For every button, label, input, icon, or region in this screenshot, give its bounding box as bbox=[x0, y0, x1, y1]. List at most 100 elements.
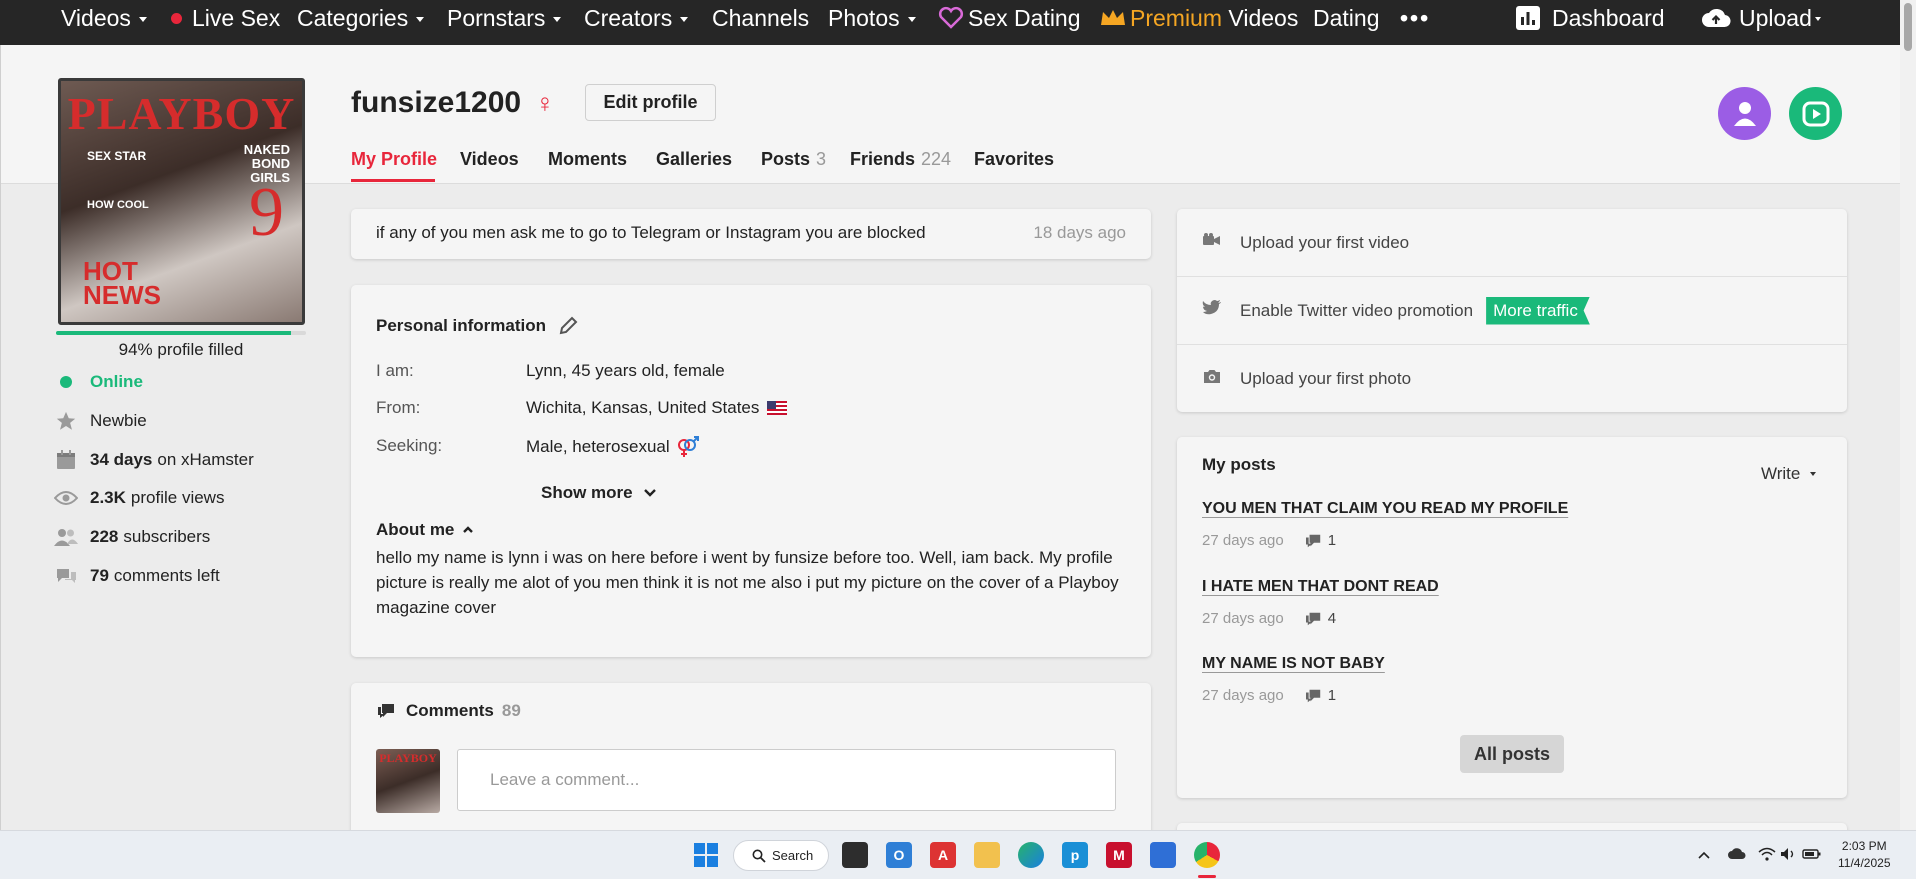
volume-icon[interactable] bbox=[1780, 847, 1798, 864]
upload-photo-label: Upload your first photo bbox=[1240, 369, 1412, 388]
tab-videos[interactable]: Videos bbox=[460, 146, 519, 172]
post-title-link[interactable]: I HATE MEN THAT DONT READ bbox=[1202, 578, 1439, 596]
clock-date: 11/4/2025 bbox=[1838, 856, 1891, 870]
female-gender-icon: ♀ bbox=[535, 87, 555, 118]
nav-channels[interactable]: Channels bbox=[712, 0, 809, 36]
tray-overflow-icon[interactable] bbox=[1697, 847, 1711, 863]
upload-label: Upload bbox=[1739, 4, 1812, 31]
video-camera-icon bbox=[1202, 233, 1222, 252]
avatar-cover-line: SEX STAR bbox=[87, 149, 147, 163]
tab-count: 3 bbox=[816, 148, 827, 169]
file-explorer-icon[interactable] bbox=[974, 842, 1000, 868]
info-label: I am: bbox=[376, 361, 414, 380]
chevron-up-icon bbox=[463, 526, 474, 533]
post-meta: 27 days ago 1 bbox=[1202, 687, 1336, 704]
twitter-promotion-label: Enable Twitter video promotion bbox=[1240, 300, 1474, 320]
upload-button[interactable]: Upload bbox=[1701, 0, 1821, 36]
nav-pornstars-label: Pornstars bbox=[447, 4, 546, 31]
profile-progress-fill bbox=[56, 331, 291, 335]
chevron-down-icon bbox=[1810, 472, 1817, 476]
tab-galleries[interactable]: Galleries bbox=[656, 146, 732, 172]
online-status-icon bbox=[54, 372, 78, 392]
upload-first-photo-row[interactable]: Upload your first photo bbox=[1177, 345, 1847, 413]
chevron-down-icon bbox=[1814, 17, 1821, 21]
post-title-link[interactable]: YOU MEN THAT CLAIM YOU READ MY PROFILE bbox=[1202, 500, 1568, 518]
stat-online: Online bbox=[54, 370, 143, 394]
dashboard-button[interactable]: Dashboard bbox=[1516, 0, 1665, 36]
task-view-icon[interactable] bbox=[842, 842, 868, 868]
nav-premium-videos[interactable]: Premium Videos bbox=[1099, 0, 1298, 36]
nav-videos-suffix-label: Videos bbox=[1222, 4, 1299, 31]
tab-label: Posts bbox=[761, 148, 811, 169]
wifi-icon[interactable] bbox=[1758, 847, 1776, 864]
active-app-indicator bbox=[1198, 875, 1216, 878]
onboarding-card: Upload your first video Enable Twitter v… bbox=[1177, 209, 1847, 412]
nav-premium-label: Premium bbox=[1130, 4, 1223, 31]
star-icon bbox=[54, 411, 78, 431]
edge-browser-icon[interactable] bbox=[1018, 842, 1044, 868]
write-post-button[interactable]: Write bbox=[1761, 464, 1817, 484]
twitter-promotion-row[interactable]: Enable Twitter video promotion More traf… bbox=[1177, 277, 1847, 345]
show-more-button[interactable]: Show more bbox=[541, 483, 657, 503]
nav-categories[interactable]: Categories bbox=[297, 0, 425, 36]
video-play-button[interactable] bbox=[1789, 87, 1842, 140]
nav-live-sex[interactable]: Live Sex bbox=[171, 0, 280, 36]
nav-channels-label: Channels bbox=[712, 4, 810, 31]
account-button[interactable] bbox=[1718, 87, 1771, 140]
upload-first-video-row[interactable]: Upload your first video bbox=[1177, 209, 1847, 277]
tab-label: Friends bbox=[850, 148, 916, 169]
avatar-magazine-logo: PLAYBOY bbox=[67, 88, 296, 139]
nav-more-button[interactable]: ••• bbox=[1400, 0, 1430, 36]
nav-pornstars[interactable]: Pornstars bbox=[447, 0, 562, 36]
tab-friends[interactable]: Friends 224 bbox=[850, 146, 951, 172]
onedrive-icon[interactable] bbox=[1728, 847, 1746, 863]
battery-icon[interactable] bbox=[1802, 847, 1822, 864]
comment-count-value: 1 bbox=[1327, 687, 1337, 704]
post-timestamp: 27 days ago bbox=[1202, 610, 1284, 627]
chrome-icon[interactable] bbox=[1194, 842, 1220, 868]
comment-count-value: 1 bbox=[1327, 532, 1337, 549]
edit-profile-button[interactable]: Edit profile bbox=[585, 84, 716, 121]
nav-sex-dating[interactable]: Sex Dating bbox=[938, 0, 1081, 36]
tab-label: Favorites bbox=[974, 148, 1055, 169]
nav-videos[interactable]: Videos bbox=[61, 0, 147, 36]
nav-dating[interactable]: Dating bbox=[1313, 0, 1379, 36]
taskbar-search[interactable]: Search bbox=[733, 840, 829, 871]
user-icon bbox=[1733, 101, 1756, 126]
store-icon[interactable] bbox=[1150, 842, 1176, 868]
subscribers-value: 228 bbox=[90, 527, 119, 546]
chevron-down-icon bbox=[643, 489, 656, 497]
profile-avatar[interactable]: PLAYBOY SEX STAR NAKED BOND GIRLS 9 HOW CO… bbox=[58, 78, 305, 325]
taskbar-clock[interactable]: 2:03 PM 11/4/2025 bbox=[1838, 838, 1891, 872]
prime-video-icon[interactable]: p bbox=[1062, 842, 1088, 868]
post-title-link[interactable]: MY NAME IS NOT BABY bbox=[1202, 655, 1385, 673]
windows-start-icon[interactable] bbox=[693, 842, 719, 868]
page-scrollbar[interactable] bbox=[1900, 0, 1916, 830]
tab-moments[interactable]: Moments bbox=[548, 146, 627, 172]
about-me-toggle[interactable]: About me bbox=[376, 520, 474, 540]
twitter-icon bbox=[1202, 300, 1222, 321]
tab-label: Galleries bbox=[656, 148, 733, 169]
comment-input[interactable]: Leave a comment... bbox=[457, 749, 1116, 811]
post-comment-count: 4 bbox=[1304, 610, 1336, 627]
mcafee-icon[interactable]: M bbox=[1106, 842, 1132, 868]
nav-photos[interactable]: Photos bbox=[828, 0, 916, 36]
tab-label: Videos bbox=[460, 148, 519, 169]
scrollbar-thumb[interactable] bbox=[1904, 3, 1912, 51]
pdf-reader-icon[interactable]: A bbox=[930, 842, 956, 868]
tab-posts[interactable]: Posts 3 bbox=[761, 146, 826, 172]
chevron-down-icon bbox=[416, 16, 425, 22]
stat-views: 2.3K profile views bbox=[54, 486, 224, 510]
status-text: if any of you men ask me to go to Telegr… bbox=[376, 223, 926, 242]
from-value: Wichita, Kansas, United States bbox=[526, 398, 760, 417]
eye-icon bbox=[54, 488, 78, 508]
my-posts-card: My posts Write YOU MEN THAT CLAIM YOU RE… bbox=[1177, 437, 1847, 798]
comments-title: Comments bbox=[406, 701, 494, 720]
info-row-seeking: Seeking: Male, heterosexual bbox=[376, 436, 700, 458]
all-posts-button[interactable]: All posts bbox=[1460, 735, 1564, 773]
outlook-icon[interactable]: O bbox=[886, 842, 912, 868]
tab-favorites[interactable]: Favorites bbox=[974, 146, 1054, 172]
pencil-icon[interactable] bbox=[558, 316, 578, 336]
nav-creators[interactable]: Creators bbox=[584, 0, 689, 36]
tab-my-profile[interactable]: My Profile bbox=[351, 146, 437, 172]
